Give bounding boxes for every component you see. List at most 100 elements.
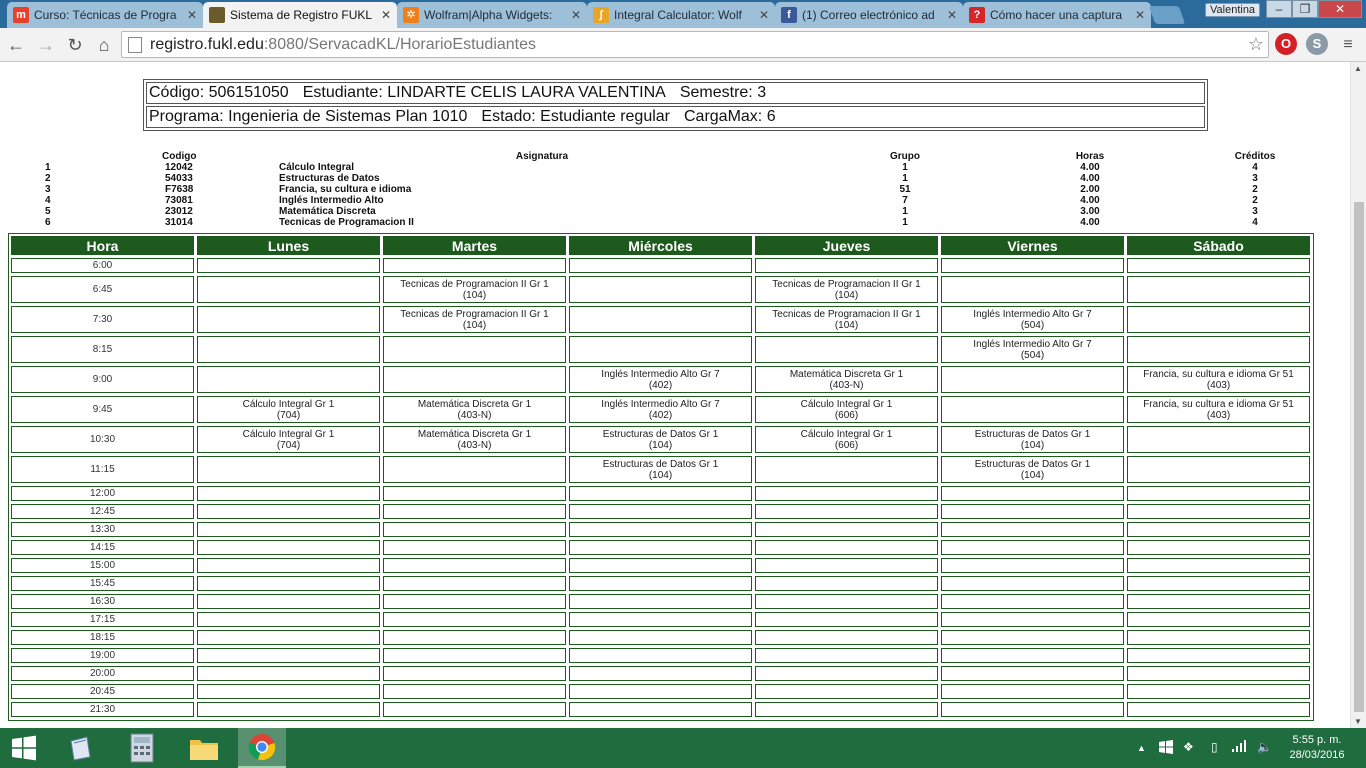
schedule-cell: Francia, su cultura e idioma Gr 51 (403) [1127, 396, 1310, 423]
tab-strip: m Curso: Técnicas de Progra ✕ Sistema de Re… [0, 0, 1366, 28]
schedule-row: 20:45 [11, 684, 1310, 699]
schedule-cell [941, 504, 1124, 519]
schedule-cell [941, 522, 1124, 537]
schedule-cell [383, 522, 566, 537]
start-windows-icon[interactable] [0, 728, 48, 768]
schedule-cell [1127, 612, 1310, 627]
restore-icon[interactable]: ❐ [1292, 0, 1318, 18]
tab-close-icon[interactable]: ✕ [379, 8, 393, 22]
schedule-cell [755, 258, 938, 273]
subject-group: 1 [902, 217, 908, 228]
signal-icon[interactable] [1232, 740, 1248, 755]
tab-label: Integral Calculator: Wolf [614, 8, 742, 22]
tab-close-icon[interactable]: ✕ [1133, 8, 1147, 22]
schedule-cell: Cálculo Integral Gr 1 (704) [197, 426, 380, 453]
tab-close-icon[interactable]: ✕ [945, 8, 959, 22]
schedule-row: 8:15 Inglés Intermedio Alto Gr 7 (504) [11, 336, 1310, 363]
close-window-icon[interactable]: ✕ [1318, 0, 1362, 18]
browser-tab[interactable]: ∫ Integral Calculator: Wolf ✕ [587, 2, 775, 28]
file-explorer-icon[interactable] [180, 728, 228, 768]
class-name: Inglés Intermedio Alto Gr 7 [973, 338, 1092, 350]
schedule-cell [941, 612, 1124, 627]
browser-tab[interactable]: ? Cómo hacer una captura ✕ [963, 2, 1151, 28]
tray-dropbox-icon[interactable]: ❖ [1183, 740, 1194, 754]
browser-tab[interactable]: f (1) Correo electrónico ad ✕ [775, 2, 963, 28]
subject-row: 5 23012 Matemática Discreta 1 3.00 3 [0, 206, 1350, 217]
schedule-cell [941, 630, 1124, 645]
scroll-down-icon[interactable]: ▼ [1354, 717, 1362, 726]
tab-close-icon[interactable]: ✕ [185, 8, 199, 22]
bookmark-star-icon[interactable]: ☆ [1248, 34, 1264, 55]
subject-name: Cálculo Integral [279, 162, 355, 173]
subject-hours: 2.00 [1080, 184, 1100, 195]
schedule-cell [1127, 522, 1310, 537]
schedule-cell [1127, 594, 1310, 609]
schedule-time: 16:30 [11, 594, 194, 609]
class-room: (403) [1206, 379, 1231, 391]
moodle-icon: m [13, 7, 29, 23]
schedule-cell [755, 336, 938, 363]
page-viewport: Código: 506151050 Estudiante: LINDARTE C… [0, 62, 1350, 728]
tab-close-icon[interactable]: ✕ [757, 8, 771, 22]
tab-label: (1) Correo electrónico ad [802, 8, 935, 22]
schedule-cell [941, 540, 1124, 555]
chrome-taskbar-icon[interactable] [238, 728, 286, 768]
menu-icon[interactable]: ≡ [1336, 33, 1360, 57]
col-hours-header: Horas [1075, 151, 1105, 162]
profile-button[interactable]: Valentina [1205, 3, 1261, 17]
tray-expand-icon[interactable]: ▲ [1137, 743, 1146, 753]
scrollbar-thumb[interactable] [1354, 202, 1364, 712]
schedule-time: 10:30 [11, 426, 194, 453]
tray-windows-icon[interactable] [1159, 740, 1173, 757]
reload-icon[interactable]: ↻ [63, 33, 87, 57]
schedule-cell [1127, 504, 1310, 519]
schedule-cell [197, 306, 380, 333]
tab-close-icon[interactable]: ✕ [569, 8, 583, 22]
schedule-cell [941, 648, 1124, 663]
schedule-cell [941, 276, 1124, 303]
skype-extension-icon[interactable]: S [1306, 33, 1328, 55]
schedule-cell [941, 396, 1124, 423]
schedule-cell [197, 594, 380, 609]
subject-credits: 4 [1252, 162, 1258, 173]
notes-app-icon[interactable] [56, 728, 104, 768]
minimize-icon[interactable]: – [1266, 0, 1292, 18]
schedule-cell [383, 540, 566, 555]
schedule-cell [383, 612, 566, 627]
schedule-cell: Cálculo Integral Gr 1 (704) [197, 396, 380, 423]
volume-icon[interactable]: 🔈 [1257, 740, 1272, 754]
calculator-app-icon[interactable] [118, 728, 166, 768]
forward-icon[interactable]: → [34, 33, 58, 57]
new-tab-button[interactable] [1148, 6, 1186, 24]
home-icon[interactable]: ⌂ [92, 33, 116, 57]
schedule-cell [1127, 666, 1310, 681]
taskbar-clock[interactable]: 5:55 p. m. 28/03/2016 [1282, 733, 1352, 763]
schedule-header-day: Miércoles [569, 236, 752, 255]
schedule-cell [383, 630, 566, 645]
schedule-cell [569, 540, 752, 555]
opera-extension-icon[interactable]: O [1275, 33, 1297, 55]
schedule-row: 19:00 [11, 648, 1310, 663]
schedule-cell [755, 648, 938, 663]
schedule-cell: Inglés Intermedio Alto Gr 7 (402) [569, 366, 752, 393]
subject-row: 4 73081 Inglés Intermedio Alto 7 4.00 2 [0, 195, 1350, 206]
schedule-cell [197, 702, 380, 717]
browser-tab[interactable]: Sistema de Registro FUKL ✕ [203, 2, 397, 28]
schedule-cell [941, 576, 1124, 591]
address-bar[interactable]: registro.fukl.edu:8080/ServacadKL/Horari… [121, 31, 1269, 58]
browser-tab[interactable]: m Curso: Técnicas de Progra ✕ [7, 2, 203, 28]
schedule-cell [383, 456, 566, 483]
class-room: (606) [834, 439, 859, 451]
schedule-cell [197, 558, 380, 573]
class-room: (403-N) [457, 439, 492, 451]
schedule-cell [569, 486, 752, 501]
page-icon [128, 36, 142, 53]
browser-tab[interactable]: ✲ Wolfram|Alpha Widgets: ✕ [397, 2, 587, 28]
vertical-scrollbar[interactable]: ▲ ▼ [1350, 62, 1366, 728]
schedule-cell [383, 366, 566, 393]
schedule-time: 15:00 [11, 558, 194, 573]
schedule-cell [197, 540, 380, 555]
back-icon[interactable]: ← [4, 33, 28, 57]
scroll-up-icon[interactable]: ▲ [1354, 64, 1362, 73]
schedule-cell [569, 702, 752, 717]
